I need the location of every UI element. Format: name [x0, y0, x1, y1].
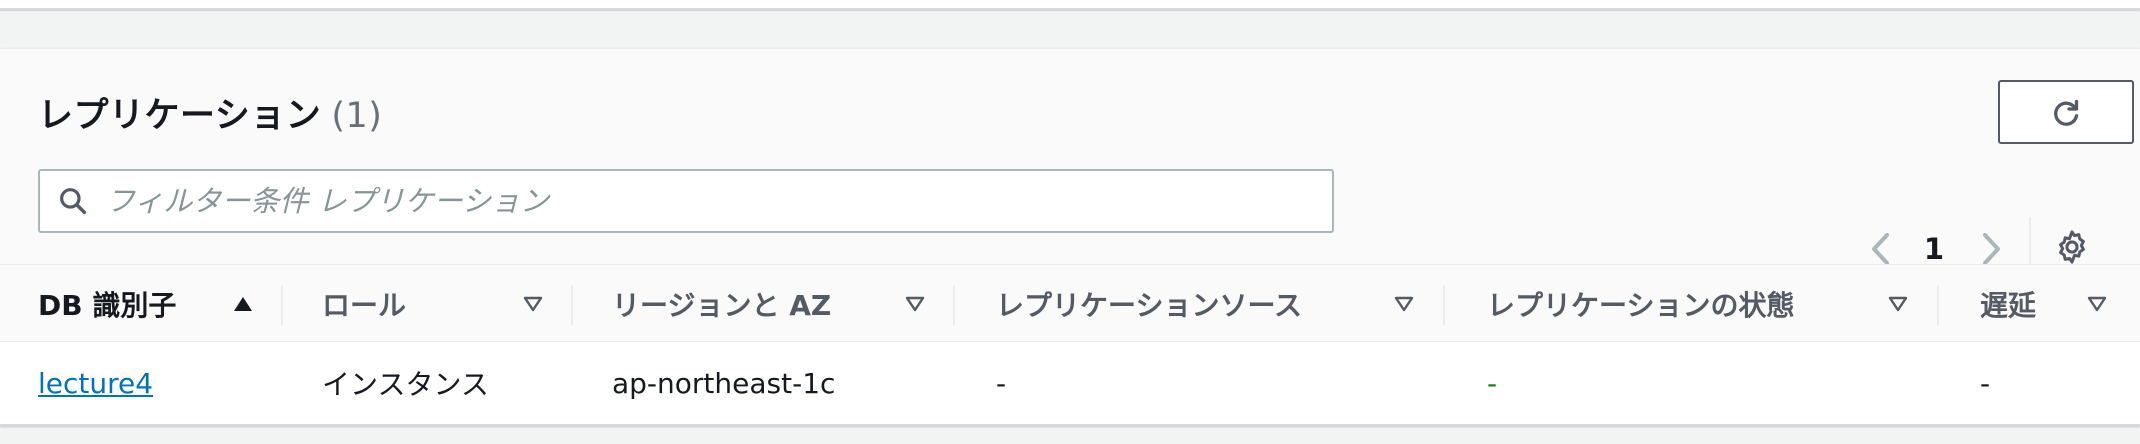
column-header-label: ロール — [322, 289, 407, 322]
replication-source-cell: - — [996, 366, 1007, 400]
caret-down-outline-icon[interactable] — [1885, 291, 1911, 317]
chevron-right-icon — [1983, 233, 2000, 265]
column-divider[interactable] — [571, 285, 573, 325]
caret-down-outline-icon[interactable] — [2084, 291, 2110, 317]
refresh-icon — [2054, 99, 2079, 126]
column-header-replication-status[interactable]: レプリケーションの状態 — [1487, 265, 1794, 343]
filter-input[interactable] — [106, 176, 1306, 226]
title-count: (1) — [331, 96, 383, 136]
column-divider[interactable] — [953, 285, 955, 325]
column-header-label: DB 識別子 — [38, 289, 177, 322]
table-header: DB 識別子 ロール リージョンと AZ レプリケーションソース レプリケーショ… — [0, 264, 2140, 342]
column-header-replication-source[interactable]: レプリケーションソース — [996, 265, 1302, 343]
column-header-region-az[interactable]: リージョンと AZ — [612, 265, 831, 343]
page-number-button[interactable]: 1 — [1918, 229, 1950, 269]
caret-down-outline-icon[interactable] — [520, 291, 546, 317]
role-cell: インスタンス — [322, 368, 489, 401]
search-icon — [56, 184, 90, 218]
title-text: レプリケーション — [38, 96, 322, 136]
table-row: lecture4 インスタンス ap-northeast-1c - - - — [0, 343, 2140, 423]
column-divider[interactable] — [1937, 285, 1939, 325]
caret-down-outline-icon[interactable] — [1391, 291, 1417, 317]
column-divider[interactable] — [281, 285, 283, 325]
filter-field[interactable] — [38, 169, 1334, 233]
refresh-button[interactable] — [1998, 80, 2134, 144]
previous-panel-edge — [0, 0, 2140, 10]
gear-icon — [2059, 230, 2085, 264]
column-header-label: 遅延 — [1980, 289, 2037, 322]
chevron-left-icon — [1872, 233, 1889, 265]
db-identifier-link[interactable]: lecture4 — [38, 343, 153, 423]
lag-cell: - — [1980, 366, 1991, 400]
caret-down-outline-icon[interactable] — [902, 291, 928, 317]
column-header-label: リージョンと AZ — [612, 289, 832, 322]
page-title: レプリケーション (1) — [38, 87, 382, 138]
container-header: レプリケーション (1) — [0, 49, 2140, 265]
region-az-cell: ap-northeast-1c — [612, 366, 836, 400]
caret-up-filled-icon[interactable] — [230, 291, 256, 317]
column-divider[interactable] — [1443, 285, 1445, 325]
column-header-lag[interactable]: 遅延 — [1980, 265, 2036, 343]
column-header-role[interactable]: ロール — [322, 265, 406, 343]
column-header-label: レプリケーションソース — [996, 289, 1303, 322]
replication-status-cell: - — [1487, 366, 1498, 400]
column-header-db-identifier[interactable]: DB 識別子 — [38, 265, 176, 343]
column-header-label: レプリケーションの状態 — [1487, 289, 1795, 322]
preferences-button[interactable] — [2050, 225, 2094, 269]
